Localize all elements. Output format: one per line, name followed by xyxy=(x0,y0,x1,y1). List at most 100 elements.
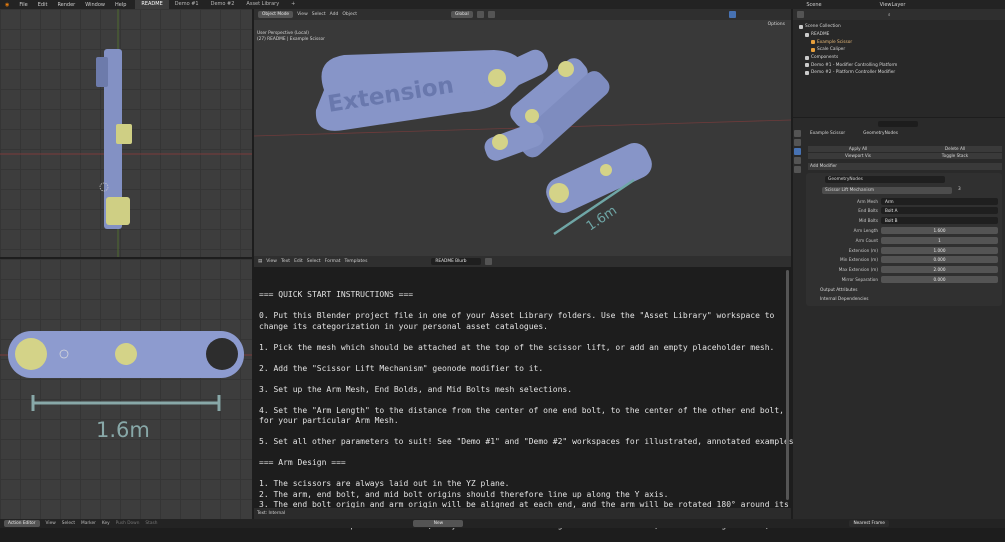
object-mode-dropdown[interactable]: Object Mode xyxy=(258,11,294,18)
text-line: 1. The scissors are always laid out in t… xyxy=(259,479,510,488)
shading-solid-icon[interactable] xyxy=(728,11,736,18)
text-menu-text[interactable]: Text xyxy=(281,259,290,264)
text-menu-templates[interactable]: Templates xyxy=(345,259,368,264)
top-bar: ◉ File Edit Render Window Help README De… xyxy=(0,0,1005,9)
text-line: 4. Set the "Arm Length" to the distance … xyxy=(259,405,784,415)
mid-bolts-row: Mid Bolts Bolt B xyxy=(808,216,998,224)
delete-all-button[interactable]: Delete All xyxy=(908,146,1002,152)
scene-collection-row[interactable]: Scene Collection xyxy=(799,23,1005,31)
constraints-tab-icon[interactable] xyxy=(794,166,801,173)
text-line xyxy=(259,469,784,480)
menu-render[interactable]: Render xyxy=(52,2,80,8)
text-lines: === QUICK START INSTRUCTIONS === 0. Put t… xyxy=(259,290,798,532)
max-extension-field[interactable]: 2.000 xyxy=(881,265,998,273)
menu-file[interactable]: File xyxy=(14,2,32,8)
outliner-item-example-scissor[interactable]: Example Scissor xyxy=(799,38,1005,46)
workspace-tab-asset-library[interactable]: Asset Library xyxy=(240,0,285,9)
menu-edit[interactable]: Edit xyxy=(33,2,53,8)
node-group-field[interactable]: Scissor Lift Mechanism xyxy=(822,187,952,194)
text-line: for your particular Arm Mesh. xyxy=(259,416,399,425)
viewport-header: Object Mode View Select Add Object Globa… xyxy=(254,9,791,20)
workspace-tab-readme[interactable]: README xyxy=(135,0,169,9)
text-line: === Arm Design === xyxy=(259,458,346,467)
apply-all-button[interactable]: Apply All xyxy=(808,146,908,152)
menu-add[interactable]: Add xyxy=(330,12,339,17)
outliner-item-components[interactable]: Components xyxy=(799,54,1005,62)
outliner-item-demo-2[interactable]: Demo #2 - Platform Controller Modifier xyxy=(799,69,1005,77)
editor-type-icon[interactable]: ▤ xyxy=(258,259,262,264)
object-tab-icon[interactable] xyxy=(794,139,801,146)
text-line xyxy=(259,374,784,385)
physics-tab-icon[interactable] xyxy=(794,157,801,164)
new-action-button[interactable]: New xyxy=(413,520,464,527)
extension-row: Extension (m) 1.000 xyxy=(808,246,998,254)
workspace-tab-demo-2[interactable]: Demo #2 xyxy=(205,0,241,9)
outliner-tree: Scene Collection README Example Scissor … xyxy=(793,23,1005,77)
play-script-icon[interactable] xyxy=(485,258,493,265)
left-bottom-viewport[interactable]: 1.6m xyxy=(0,259,252,519)
text-menu-edit[interactable]: Edit xyxy=(294,259,303,264)
bolt-hole xyxy=(206,338,238,370)
arm-length-field[interactable]: 1.600 xyxy=(881,226,998,234)
editor-type-dropdown[interactable]: Action Editor xyxy=(4,520,40,527)
extension-field[interactable]: 1.000 xyxy=(881,246,998,254)
text-menu-view[interactable]: View xyxy=(266,259,277,264)
outliner-item-readme[interactable]: README xyxy=(799,31,1005,39)
end-bolt-circle xyxy=(15,338,47,370)
push-down-button[interactable]: Push Down xyxy=(116,521,140,526)
workspace-tab-demo-1[interactable]: Demo #1 xyxy=(169,0,205,9)
blender-logo-icon[interactable]: ◉ xyxy=(0,2,14,8)
menu-window[interactable]: Window xyxy=(80,2,110,8)
add-modifier-button[interactable]: Add Modifier xyxy=(808,163,1002,170)
text-line: 2. Add the "Scissor Lift Mechanism" geon… xyxy=(259,363,544,373)
orientation-dropdown[interactable]: Global xyxy=(451,11,473,18)
stash-button[interactable]: Stash xyxy=(145,521,157,526)
text-scrollbar[interactable] xyxy=(786,270,789,500)
end-bolts-field[interactable]: Bolt A xyxy=(881,206,998,214)
outliner-header: ⌕ xyxy=(793,9,1005,20)
output-attributes-panel[interactable]: Output Attributes xyxy=(820,288,858,293)
menu-object[interactable]: Object xyxy=(342,12,357,17)
mid-bolts-field[interactable]: Bolt B xyxy=(881,216,998,224)
properties-tab-column xyxy=(793,128,803,228)
outliner-item-scale-caliper[interactable]: Scale Caliper xyxy=(799,46,1005,54)
filter-icon[interactable] xyxy=(797,11,804,18)
arm-mesh-field[interactable]: Arm xyxy=(881,197,998,205)
arm-count-field[interactable]: 1 xyxy=(881,236,998,244)
outliner-search-icon[interactable]: ⌕ xyxy=(888,12,891,18)
text-menu-format[interactable]: Format xyxy=(325,259,341,264)
menu-view[interactable]: View xyxy=(297,12,308,17)
properties-search[interactable] xyxy=(878,121,918,127)
status-menu-select[interactable]: Select xyxy=(62,521,75,526)
modifier-name-field[interactable]: GeometryNodes xyxy=(825,176,945,183)
min-extension-field[interactable]: 0.000 xyxy=(881,255,998,263)
outliner-item-demo-1[interactable]: Demo #1 - Modifier Controlling Platform xyxy=(799,61,1005,69)
menu-help[interactable]: Help xyxy=(110,2,131,8)
mirror-separation-field[interactable]: 0.000 xyxy=(881,275,998,283)
modifier-tab-icon[interactable] xyxy=(794,148,801,155)
status-menu-key[interactable]: Key xyxy=(102,521,110,526)
nearest-frame-dropdown[interactable]: Nearest Frame xyxy=(849,520,889,527)
add-workspace-button[interactable]: + xyxy=(285,0,301,9)
toggle-stack-button[interactable]: Toggle Stack xyxy=(908,153,1002,159)
breadcrumb-modifier: GeometryNodes xyxy=(863,131,899,136)
outliner-panel: ⌕ Scene Collection README Example Scisso… xyxy=(793,9,1005,117)
scene-label[interactable]: Scene xyxy=(801,2,826,8)
breadcrumb-object: Example Scissor xyxy=(810,131,846,136)
status-menu-view[interactable]: View xyxy=(46,521,56,526)
left-top-viewport[interactable] xyxy=(0,9,252,257)
3d-viewport[interactable]: Options User Perspective (Local) (27) RE… xyxy=(254,20,791,256)
text-file-dropdown[interactable]: README Blurb xyxy=(431,258,482,265)
mid-bolt-circle xyxy=(115,343,137,365)
status-menu-marker[interactable]: Marker xyxy=(81,521,96,526)
proportional-icon[interactable] xyxy=(487,11,495,18)
tool-tab-icon[interactable] xyxy=(794,130,801,137)
internal-dependencies-panel[interactable]: Internal Dependencies xyxy=(820,297,869,302)
viewport-vis-button[interactable]: Viewport Vis xyxy=(808,153,908,159)
text-menu-select[interactable]: Select xyxy=(307,259,321,264)
view-layer-label[interactable]: ViewLayer xyxy=(875,2,911,8)
snap-icon[interactable] xyxy=(476,11,484,18)
menu-select[interactable]: Select xyxy=(312,12,326,17)
text-line: === QUICK START INSTRUCTIONS === xyxy=(259,290,414,299)
text-editor-content[interactable]: === QUICK START INSTRUCTIONS === 0. Put t… xyxy=(254,267,798,530)
